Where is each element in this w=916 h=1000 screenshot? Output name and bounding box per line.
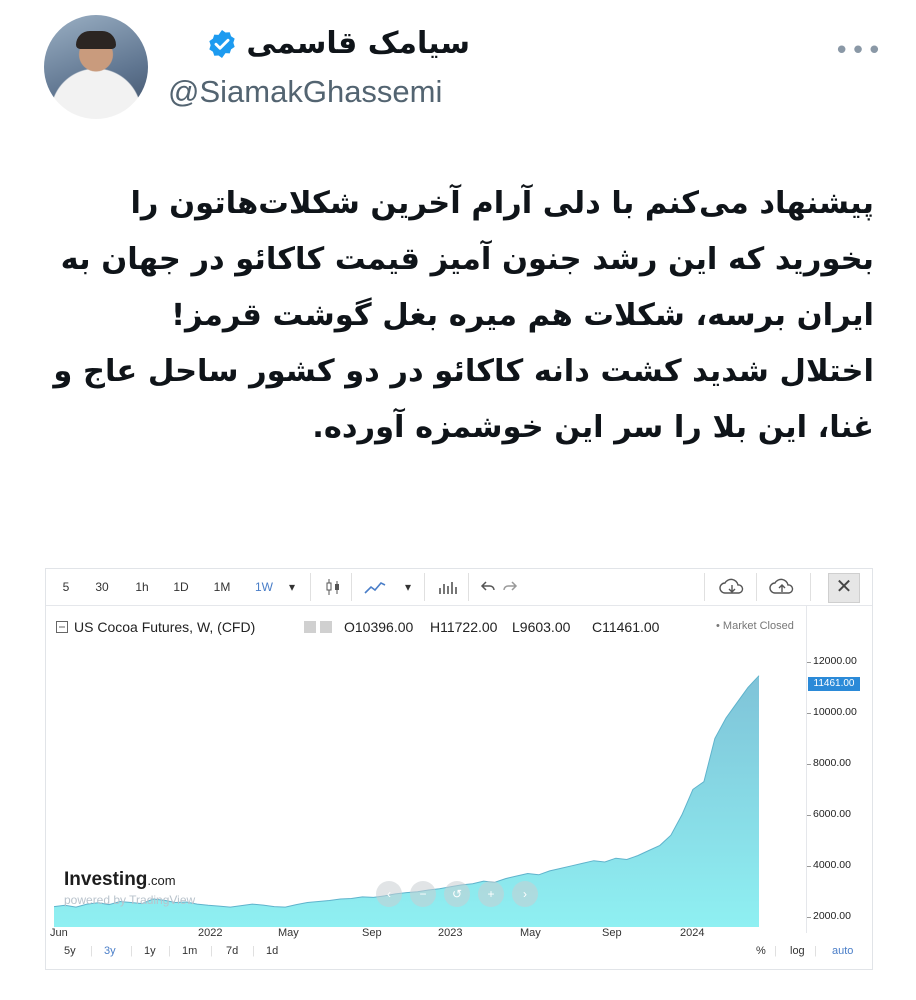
cloud-download-icon[interactable] [718,577,746,597]
toolbar-divider [756,573,757,601]
zoom-out-icon[interactable]: − [410,881,436,907]
legend-eye-icon[interactable] [320,621,332,633]
interval-dropdown-icon[interactable]: ▾ [284,575,300,599]
more-options-icon[interactable]: ••• [834,36,883,66]
toolbar-divider [468,573,469,601]
author-name-row: سیامک قاسمی [206,26,470,61]
toolbar-divider [310,573,311,601]
tweet-text: پیشنهاد می‌کنم با دلی آرام آخرین شکلات‌ه… [40,176,874,456]
price-axis[interactable]: 11461.00 12000.00 10000.00 8000.00 6000.00 4… [806,605,873,933]
toolbar-divider [810,573,811,601]
x-tick-label: 2023 [438,927,463,939]
y-tick-label: 2000.00 [807,909,851,922]
cloud-upload-icon[interactable] [768,577,796,597]
tweet-line: اختلال شدید کشت دانه کاکائو در دو کشور س… [53,354,874,389]
interval-1m[interactable]: 1M [208,575,236,599]
candlestick-icon[interactable] [324,578,342,596]
scroll-left-icon[interactable]: ‹ [376,881,402,907]
x-tick-label: Sep [602,927,622,939]
author-handle[interactable]: @SiamakGhassemi [168,74,442,110]
low-value: L9603.00 [512,619,571,635]
chart-navigation: ‹ − ↺ + › [376,881,538,907]
range-divider: | [252,945,255,957]
x-tick-label: 2024 [680,927,705,939]
percent-toggle[interactable]: % [756,945,766,957]
brand-name: Investing [64,869,148,890]
y-tick-label: 8000.00 [807,756,851,769]
close-icon[interactable]: ✕ [828,573,860,603]
last-price-tag: 11461.00 [808,677,860,691]
x-tick-label: 2022 [198,927,223,939]
y-tick-label: 10000.00 [807,705,857,718]
range-divider: | [774,945,777,957]
interval-1w[interactable]: 1W [250,575,278,599]
powered-by: powered by TradingView [64,893,196,907]
redo-icon[interactable] [502,579,518,595]
x-tick-label: Sep [362,927,382,939]
investing-logo: Investing.com powered by TradingView [64,869,195,907]
log-toggle[interactable]: log [790,945,805,957]
open-value: O10396.00 [344,619,414,635]
range-divider: | [814,945,817,957]
tweet-line: بخورید که این رشد جنون آمیز قیمت کاکائو … [60,242,874,277]
legend-settings-icon[interactable] [304,621,316,633]
range-5y[interactable]: 5y [64,945,76,957]
price-chart: 5 30 1h 1D 1M 1W ▾ ▾ ✕ US Cocoa Futures,… [45,568,873,970]
y-tick-label: 6000.00 [807,807,851,820]
y-tick-label: 12000.00 [807,654,857,667]
auto-toggle[interactable]: auto [832,945,853,957]
interval-30[interactable]: 30 [90,575,114,599]
y-tick-label: 4000.00 [807,858,851,871]
x-tick-label: May [278,927,299,939]
chart-toolbar: 5 30 1h 1D 1M 1W ▾ ▾ ✕ [46,569,872,606]
collapse-legend-icon[interactable] [56,621,68,633]
avatar-hair [76,31,116,49]
high-value: H11722.00 [430,619,498,635]
range-1d[interactable]: 1d [266,945,278,957]
area-chart-icon[interactable] [364,578,386,596]
x-tick-label: Jun [50,927,68,939]
range-1y[interactable]: 1y [144,945,156,957]
toolbar-divider [704,573,705,601]
chart-type-dropdown-icon[interactable]: ▾ [400,575,416,599]
interval-1d[interactable]: 1D [168,575,194,599]
undo-icon[interactable] [480,579,496,595]
zoom-in-icon[interactable]: + [478,881,504,907]
interval-1h[interactable]: 1h [130,575,154,599]
range-bar: 5y | 3y | 1y | 1m | 7d | 1d % | log | au… [46,941,872,967]
verified-badge-icon [209,29,236,58]
x-tick-label: May [520,927,541,939]
indicators-icon[interactable] [438,578,458,596]
range-3y[interactable]: 3y [104,945,116,957]
author-avatar[interactable] [44,15,148,119]
author-name[interactable]: سیامک قاسمی [246,26,470,61]
market-status: • Market Closed [716,620,794,632]
toolbar-divider [351,573,352,601]
reset-icon[interactable]: ↺ [444,881,470,907]
close-value: C11461.00 [592,619,660,635]
toolbar-divider [424,573,425,601]
range-divider: | [168,945,171,957]
interval-5[interactable]: 5 [56,575,76,599]
brand-suffix: .com [147,873,176,888]
symbol-name: US Cocoa Futures, W, (CFD) [74,619,256,635]
range-divider: | [90,945,93,957]
tweet-line: غنا، این بلا را سر این خوشمزه آورده. [312,410,874,445]
tweet-line: ایران برسه، شکلات هم میره بغل گوشت قرمز! [171,298,874,333]
range-7d[interactable]: 7d [226,945,238,957]
range-divider: | [130,945,133,957]
scroll-right-icon[interactable]: › [512,881,538,907]
range-1m[interactable]: 1m [182,945,197,957]
tweet-line: پیشنهاد می‌کنم با دلی آرام آخرین شکلات‌ه… [130,186,874,221]
range-divider: | [210,945,213,957]
